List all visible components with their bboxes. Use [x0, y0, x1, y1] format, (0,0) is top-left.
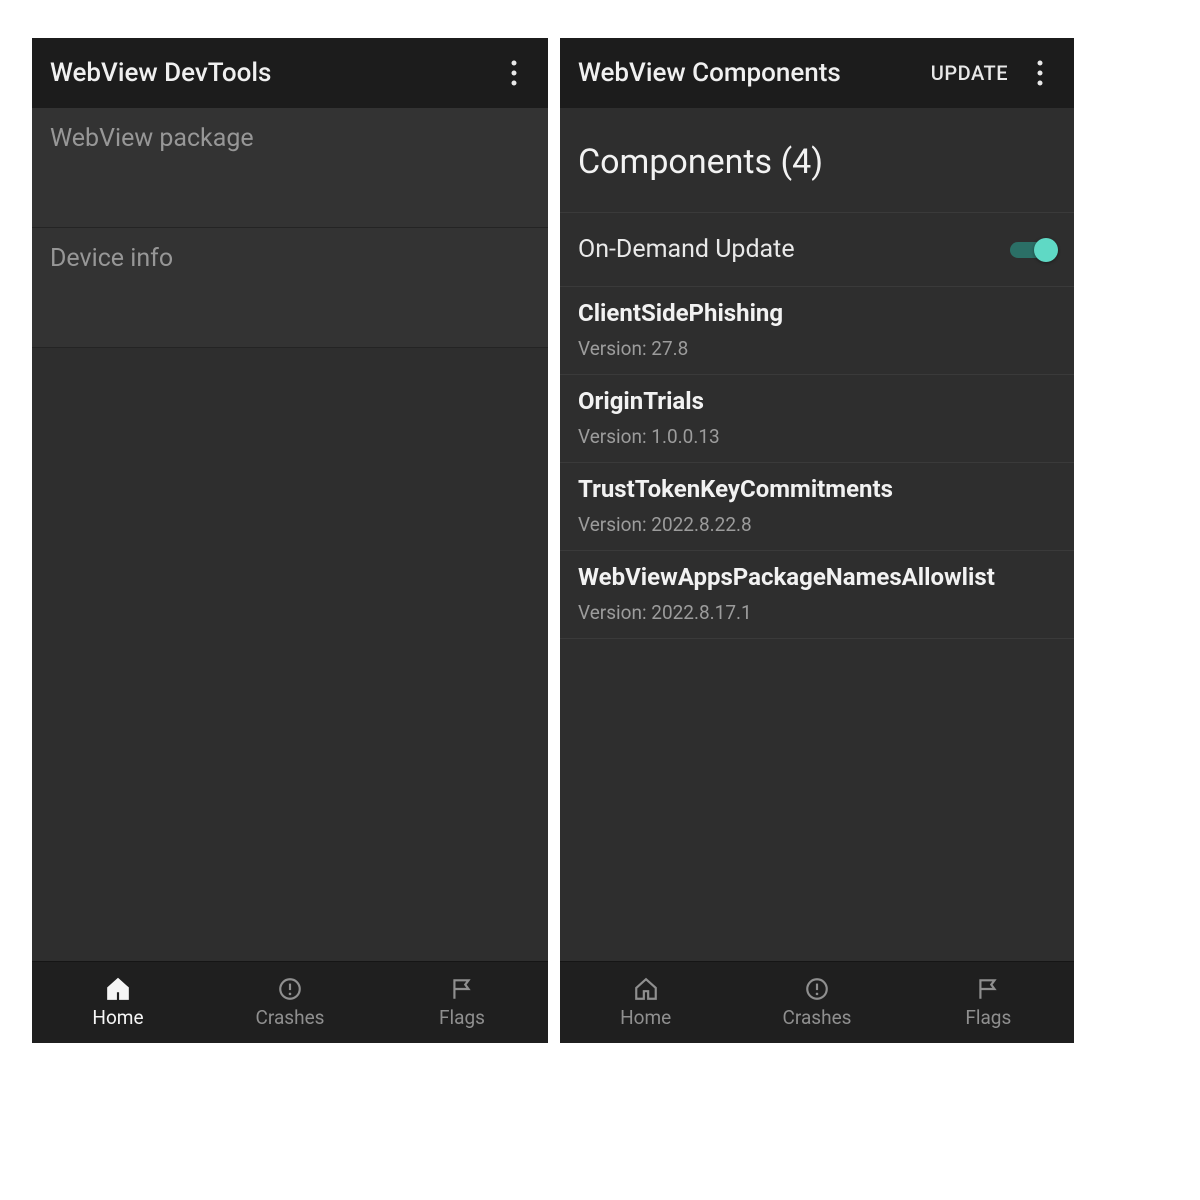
- appbar: WebView DevTools: [32, 38, 548, 108]
- home-icon: [633, 976, 659, 1002]
- toggle-label: On-Demand Update: [578, 235, 1010, 264]
- on-demand-update-row[interactable]: On-Demand Update: [560, 213, 1074, 287]
- nav-label: Home: [620, 1006, 671, 1029]
- nav-item-flags[interactable]: Flags: [376, 962, 548, 1043]
- nav-item-home[interactable]: Home: [32, 962, 204, 1043]
- on-demand-update-switch[interactable]: [1010, 236, 1056, 264]
- page-title: Components (4): [578, 142, 1056, 182]
- nav-item-crashes[interactable]: Crashes: [204, 962, 376, 1043]
- nav-item-home[interactable]: Home: [560, 962, 731, 1043]
- component-name: OriginTrials: [578, 387, 1056, 415]
- component-version: Version: 1.0.0.13: [578, 425, 1056, 448]
- nav-label: Home: [92, 1006, 143, 1029]
- page-heading: Components (4): [560, 108, 1074, 213]
- bottom-nav: Home Crashes Flags: [32, 961, 548, 1043]
- component-version: Version: 2022.8.22.8: [578, 513, 1056, 536]
- component-name: WebViewAppsPackageNamesAllowlist: [578, 563, 1056, 591]
- section-title: WebView package: [50, 124, 530, 153]
- nav-item-flags[interactable]: Flags: [903, 962, 1074, 1043]
- nav-label: Flags: [965, 1006, 1011, 1029]
- section-device-info[interactable]: Device info: [32, 228, 548, 348]
- component-row[interactable]: OriginTrials Version: 1.0.0.13: [560, 375, 1074, 463]
- component-row[interactable]: TrustTokenKeyCommitments Version: 2022.8…: [560, 463, 1074, 551]
- component-version: Version: 27.8: [578, 337, 1056, 360]
- content-area: Components (4) On-Demand Update ClientSi…: [560, 108, 1074, 961]
- screen-components: WebView Components UPDATE Components (4)…: [560, 38, 1074, 1043]
- alert-icon: [804, 976, 830, 1002]
- overflow-menu-icon[interactable]: [1020, 53, 1060, 93]
- nav-label: Crashes: [256, 1006, 325, 1029]
- bottom-nav: Home Crashes Flags: [560, 961, 1074, 1043]
- appbar: WebView Components UPDATE: [560, 38, 1074, 108]
- alert-icon: [277, 976, 303, 1002]
- screen-devtools: WebView DevTools WebView package Device …: [32, 38, 548, 1043]
- nav-label: Flags: [439, 1006, 485, 1029]
- component-name: TrustTokenKeyCommitments: [578, 475, 1056, 503]
- content-area: WebView package Device info: [32, 108, 548, 961]
- component-version: Version: 2022.8.17.1: [578, 601, 1056, 624]
- home-icon: [105, 976, 131, 1002]
- nav-label: Crashes: [783, 1006, 852, 1029]
- section-title: Device info: [50, 244, 530, 273]
- component-row[interactable]: WebViewAppsPackageNamesAllowlist Version…: [560, 551, 1074, 639]
- overflow-menu-icon[interactable]: [494, 53, 534, 93]
- flag-icon: [449, 976, 475, 1002]
- component-row[interactable]: ClientSidePhishing Version: 27.8: [560, 287, 1074, 375]
- flag-icon: [975, 976, 1001, 1002]
- appbar-title: WebView DevTools: [50, 58, 271, 88]
- update-button[interactable]: UPDATE: [919, 53, 1020, 93]
- nav-item-crashes[interactable]: Crashes: [731, 962, 902, 1043]
- appbar-title: WebView Components: [578, 58, 841, 88]
- component-name: ClientSidePhishing: [578, 299, 1056, 327]
- section-webview-package[interactable]: WebView package: [32, 108, 548, 228]
